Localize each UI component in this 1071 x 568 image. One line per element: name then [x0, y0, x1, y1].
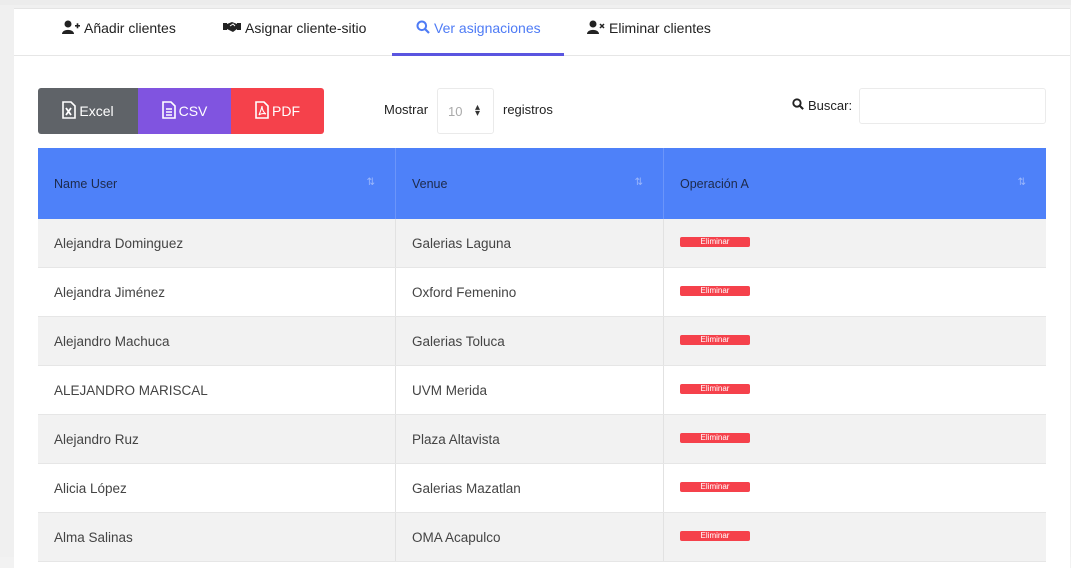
delete-button[interactable]: Eliminar	[680, 432, 750, 443]
cell-venue: Galerias Mazatlan	[396, 464, 664, 512]
file-pdf-icon	[255, 100, 272, 122]
table-row: Alma Salinas OMA Acapulco Eliminar	[38, 513, 1046, 562]
delete-button[interactable]: Eliminar	[680, 383, 750, 394]
cell-venue: Galerias Toluca	[396, 317, 664, 365]
user-times-icon	[587, 20, 605, 37]
delete-button[interactable]: Eliminar	[680, 334, 750, 345]
tab-label: Ver asignaciones	[434, 20, 541, 36]
export-pdf-label: PDF	[272, 103, 300, 119]
cell-operation: Eliminar	[664, 464, 1046, 512]
header-label: Operación A	[680, 176, 749, 191]
page: Añadir clientes Asignar cliente-sitio Ve…	[0, 0, 1071, 568]
records-label: registros	[503, 102, 553, 117]
search-label-wrap: Buscar:	[792, 98, 852, 113]
sort-icon: ⇅	[366, 177, 375, 188]
tab-view-assignments[interactable]: Ver asignaciones	[416, 20, 541, 56]
tab-delete-clients[interactable]: Eliminar clientes	[587, 20, 711, 56]
tab-add-clients[interactable]: Añadir clientes	[62, 20, 176, 56]
sort-icon: ⇅	[1017, 177, 1026, 188]
cell-operation: Eliminar	[664, 415, 1046, 463]
tab-label: Añadir clientes	[84, 20, 176, 36]
tab-bar: Añadir clientes Asignar cliente-sitio Ve…	[14, 9, 1070, 56]
cell-operation: Eliminar	[664, 317, 1046, 365]
cell-name-user: Alejandra Jiménez	[38, 268, 396, 316]
page-length-value: 10	[448, 103, 463, 119]
table-row: Alejandra Dominguez Galerias Laguna Elim…	[38, 219, 1046, 268]
delete-button[interactable]: Eliminar	[680, 481, 750, 492]
header-label: Name User	[54, 176, 118, 191]
top-divider	[0, 0, 1071, 5]
handshake-icon	[223, 20, 241, 37]
user-plus-icon	[62, 20, 80, 37]
cell-operation: Eliminar	[664, 268, 1046, 316]
select-arrows-icon: ▴ ▾	[475, 102, 481, 119]
cell-name-user: ALEJANDRO MARISCAL	[38, 366, 396, 414]
search-icon	[416, 20, 430, 37]
cell-venue: UVM Merida	[396, 366, 664, 414]
delete-button[interactable]: Eliminar	[680, 530, 750, 541]
delete-button[interactable]: Eliminar	[680, 285, 750, 296]
table-row: Alejandra Jiménez Oxford Femenino Elimin…	[38, 268, 1046, 317]
cell-name-user: Alicia López	[38, 464, 396, 512]
cell-venue: Oxford Femenino	[396, 268, 664, 316]
delete-button[interactable]: Eliminar	[680, 236, 750, 247]
cell-name-user: Alejandra Dominguez	[38, 219, 396, 267]
export-csv-label: CSV	[178, 103, 208, 119]
tab-label: Eliminar clientes	[609, 20, 711, 36]
cell-operation: Eliminar	[664, 219, 1046, 267]
export-excel-label: Excel	[79, 103, 114, 119]
page-length-select[interactable]: 10 ▴ ▾	[437, 88, 494, 134]
column-header-name-user[interactable]: Name User ⇅	[38, 148, 396, 219]
tab-label: Asignar cliente-sitio	[245, 20, 367, 36]
show-entries-label: Mostrar	[384, 102, 429, 117]
header-label: Venue	[412, 176, 448, 191]
tab-assign-client-site[interactable]: Asignar cliente-sitio	[223, 20, 366, 56]
sort-icon: ⇅	[634, 177, 643, 188]
file-excel-icon	[62, 100, 79, 122]
column-header-operation[interactable]: Operación A ⇅	[664, 148, 1046, 219]
cell-operation: Eliminar	[664, 513, 1046, 561]
cell-name-user: Alejandro Ruz	[38, 415, 396, 463]
table-header: Name User ⇅ Venue ⇅ Operación A ⇅	[38, 148, 1046, 219]
search-icon	[792, 98, 804, 113]
column-header-venue[interactable]: Venue ⇅	[396, 148, 664, 219]
table-row: ALEJANDRO MARISCAL UVM Merida Eliminar	[38, 366, 1046, 415]
export-csv-button[interactable]: CSV	[138, 88, 231, 134]
export-pdf-button[interactable]: PDF	[231, 88, 324, 134]
active-tab-indicator	[392, 53, 564, 56]
cell-venue: Plaza Altavista	[396, 415, 664, 463]
cell-name-user: Alma Salinas	[38, 513, 396, 561]
search-label: Buscar:	[808, 98, 853, 113]
table-row: Alejandro Machuca Galerias Toluca Elimin…	[38, 317, 1046, 366]
assignments-table: Name User ⇅ Venue ⇅ Operación A ⇅ Alejan…	[38, 148, 1046, 562]
table-row: Alicia López Galerias Mazatlan Eliminar	[38, 464, 1046, 513]
cell-operation: Eliminar	[664, 366, 1046, 414]
table-row: Alejandro Ruz Plaza Altavista Eliminar	[38, 415, 1046, 464]
search-input[interactable]	[859, 88, 1046, 124]
file-text-icon	[161, 100, 179, 122]
cell-name-user: Alejandro Machuca	[38, 317, 396, 365]
export-excel-button[interactable]: Excel	[38, 88, 138, 134]
cell-venue: Galerias Laguna	[396, 219, 664, 267]
main-card: Añadir clientes Asignar cliente-sitio Ve…	[14, 8, 1070, 568]
cell-venue: OMA Acapulco	[396, 513, 664, 561]
